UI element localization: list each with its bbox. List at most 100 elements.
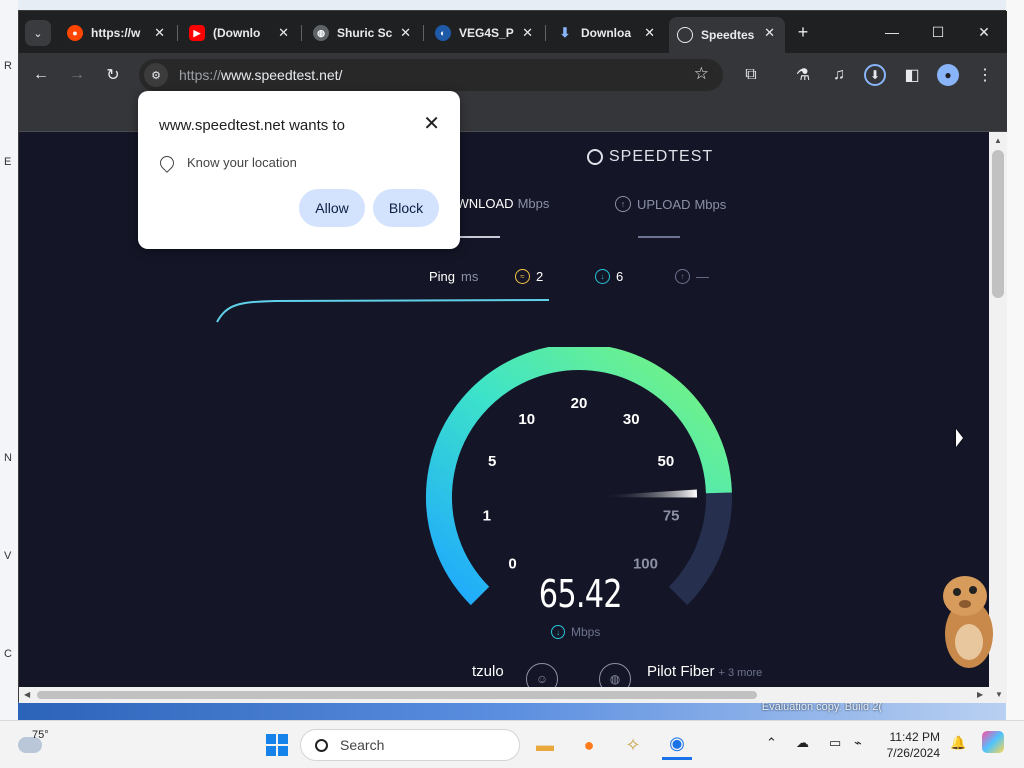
speedtest-logo[interactable]: SPEEDTEST <box>587 148 713 166</box>
upload-ping-value: — <box>696 269 709 284</box>
desktop-icon[interactable]: E <box>4 156 11 168</box>
logo-text: SPEEDTEST <box>609 148 714 165</box>
close-icon[interactable]: ✕ <box>764 25 775 41</box>
site-info-icon[interactable]: ⚙ <box>144 63 168 87</box>
tab-download[interactable]: ⬇ Downloa ✕ <box>549 17 665 49</box>
new-tab-button[interactable]: + <box>791 20 815 44</box>
clock-time: 11:42 PM <box>889 730 940 744</box>
speed-unit-label: Mbps <box>571 625 601 639</box>
tab-title: https://w <box>91 26 141 40</box>
provider-more[interactable]: + 3 more <box>719 667 763 679</box>
tab-title: Shuric Sc <box>337 26 393 40</box>
horizontal-scrollbar[interactable]: ◀ ▶ ▼ <box>19 687 1007 703</box>
app-bee-icon[interactable]: ✧ <box>618 730 648 760</box>
gauge-tick-label: 50 <box>658 453 675 470</box>
location-permission-popup: www.speedtest.net wants to ✕ Know your l… <box>138 91 460 249</box>
windows-start-icon[interactable] <box>262 730 292 760</box>
location-pin-icon <box>157 152 177 173</box>
close-window-button[interactable]: ✕ <box>961 18 1007 46</box>
tab-vegas[interactable]: ◐ VEG4S_P ✕ <box>427 17 543 49</box>
reddit-icon: ● <box>67 25 83 41</box>
mouse-cursor <box>956 429 963 447</box>
gauge-tick-label: 10 <box>518 411 535 428</box>
provider-name: Pilot Fiber <box>647 663 715 680</box>
desktop-right-strip <box>1006 0 1024 720</box>
display-icon[interactable]: ▭ <box>829 735 841 751</box>
download-ping-value: 6 <box>616 269 624 284</box>
tab-title: VEG4S_P <box>459 26 514 40</box>
url-text[interactable]: https://www.speedtest.net/ <box>179 67 342 83</box>
minimize-button[interactable]: — <box>869 18 915 46</box>
profile-avatar[interactable]: ● <box>937 64 959 86</box>
download-unit: Mbps <box>517 196 550 211</box>
close-icon[interactable]: ✕ <box>644 25 655 41</box>
desktop-icons-column: R E N V C <box>0 0 18 720</box>
taskbar-search-box[interactable]: Search <box>300 729 520 761</box>
block-button[interactable]: Block <box>373 189 439 227</box>
chrome-icon[interactable]: ◉ <box>662 730 692 760</box>
notification-bell-icon[interactable]: 🔔 <box>950 735 966 751</box>
desktop-icon[interactable]: N <box>4 452 12 464</box>
close-icon[interactable]: ✕ <box>278 25 289 41</box>
scroll-up-arrow-icon[interactable]: ▲ <box>994 136 1002 145</box>
gauge-needle <box>598 489 698 498</box>
gauge-tick-label: 20 <box>571 395 588 412</box>
extensions-icon[interactable]: ⧉ <box>739 63 763 87</box>
firefox-icon[interactable]: ● <box>574 730 604 760</box>
close-icon[interactable]: ✕ <box>154 25 165 41</box>
tab-reddit[interactable]: ● https://w ✕ <box>59 17 175 49</box>
vertical-scroll-thumb[interactable] <box>992 150 1004 298</box>
gauge-tick-label: 0 <box>508 555 516 572</box>
tab-speedtest[interactable]: Speedtes ✕ <box>669 17 785 53</box>
desktop-icon[interactable]: C <box>4 648 12 660</box>
upload-ping-icon: ↑ <box>675 269 690 284</box>
popup-title: www.speedtest.net wants to <box>159 117 345 134</box>
user-icon[interactable]: ☺ <box>526 663 558 687</box>
reload-button[interactable]: ↻ <box>101 63 125 87</box>
close-icon[interactable]: ✕ <box>400 25 411 41</box>
ping-label: Ping <box>429 269 456 284</box>
ping-row: Ping ms <box>429 269 478 284</box>
bookmark-star-icon[interactable]: ☆ <box>694 64 709 84</box>
menu-kebab-icon[interactable]: ⋮ <box>973 63 997 87</box>
side-panel-icon[interactable]: ◧ <box>900 63 924 87</box>
allow-button[interactable]: Allow <box>299 189 365 227</box>
desktop-icon[interactable]: R <box>4 60 12 72</box>
desktop-mascot-gopher[interactable] <box>935 572 997 672</box>
scroll-right-arrow-icon[interactable]: ▶ <box>977 690 983 699</box>
upload-metric-header: ↑ UPLOAD Mbps <box>615 196 726 212</box>
gauge-tick-label: 75 <box>663 507 680 524</box>
back-button[interactable]: ← <box>29 63 53 87</box>
scroll-down-arrow-icon[interactable]: ▼ <box>995 690 1003 699</box>
onedrive-icon[interactable]: ☁ <box>796 735 809 751</box>
forward-button[interactable]: → <box>65 63 89 87</box>
address-bar[interactable]: ⚙ https://www.speedtest.net/ ☆ <box>139 59 723 91</box>
horizontal-scroll-thumb[interactable] <box>37 691 757 699</box>
network-icon[interactable]: ⌁ <box>854 735 862 751</box>
close-icon[interactable]: ✕ <box>423 111 440 136</box>
media-controls-icon[interactable]: ♫ <box>827 63 851 87</box>
tab-separator <box>301 25 302 41</box>
scroll-left-arrow-icon[interactable]: ◀ <box>24 690 30 699</box>
desktop-icon[interactable]: V <box>4 550 11 562</box>
search-icon <box>315 738 328 752</box>
tab-youtube[interactable]: ▶ (Downlo ✕ <box>181 17 299 49</box>
system-clock[interactable]: 11:42 PM 7/26/2024 <box>880 729 940 761</box>
weather-widget[interactable]: 75° <box>18 729 49 753</box>
close-icon[interactable]: ✕ <box>522 25 533 41</box>
permission-row: Know your location <box>157 152 297 173</box>
download-ping-icon: ↓ <box>595 269 610 284</box>
tab-shuric[interactable]: ◍ Shuric Sc ✕ <box>305 17 421 49</box>
clock-date: 7/26/2024 <box>886 746 940 760</box>
globe-icon[interactable]: ◍ <box>599 663 631 687</box>
speedtest-icon <box>677 27 693 43</box>
labs-flask-icon[interactable]: ⚗ <box>791 63 815 87</box>
file-explorer-icon[interactable]: ▬ <box>530 730 560 760</box>
tab-search-button[interactable]: ⌄ <box>25 20 51 46</box>
maximize-button[interactable]: ☐ <box>915 18 961 46</box>
globe-icon: ◍ <box>313 25 329 41</box>
provider[interactable]: Pilot Fiber + 3 more <box>647 663 762 680</box>
download-extension-icon[interactable]: ⬇ <box>864 64 886 86</box>
show-hidden-icons-chevron-icon[interactable]: ⌃ <box>766 735 777 751</box>
copilot-icon[interactable] <box>982 731 1004 753</box>
